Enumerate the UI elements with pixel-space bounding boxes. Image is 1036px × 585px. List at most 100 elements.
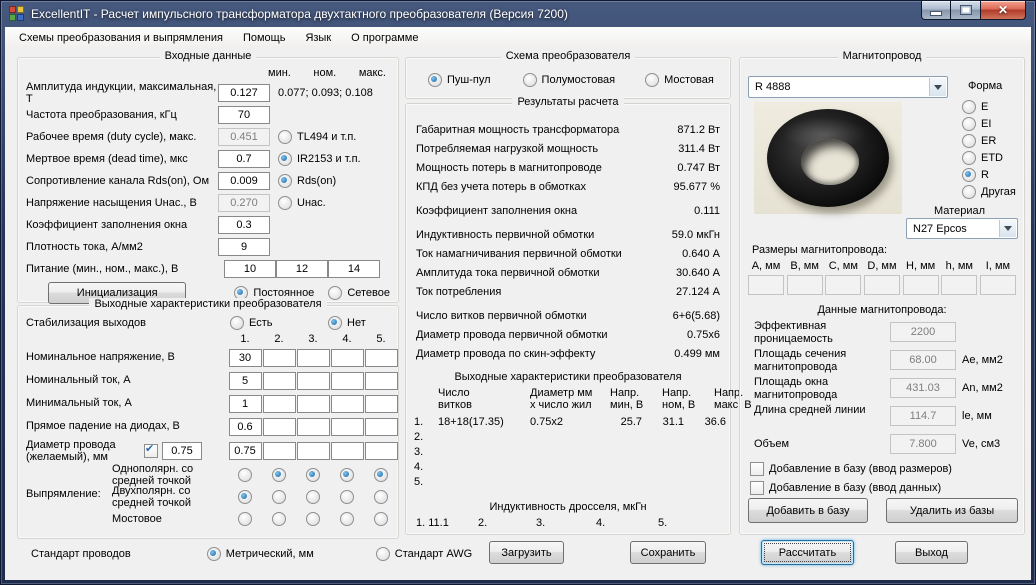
dim-h2-input[interactable] <box>941 275 978 295</box>
dim-d-input[interactable] <box>863 275 900 295</box>
rect-bipolar-radio-1[interactable] <box>238 490 252 504</box>
stab-no-radio[interactable] <box>328 316 342 330</box>
diode-drop-input-4[interactable] <box>330 417 364 436</box>
wire-diameter-input-3[interactable] <box>296 442 330 460</box>
min-current-input-4[interactable] <box>330 394 364 413</box>
wire-diameter-input-5[interactable] <box>364 442 398 460</box>
wire-standard-row: Стандарт проводов Метрический, мм Станда… <box>31 547 472 561</box>
add-db-data-checkbox[interactable] <box>750 481 764 495</box>
exit-button[interactable]: Выход <box>895 541 968 564</box>
min-current-input-5[interactable] <box>364 394 398 413</box>
initialize-button[interactable]: Инициализация <box>48 282 187 304</box>
shape-other-radio[interactable] <box>962 184 976 199</box>
menu-item-about[interactable]: О программе <box>341 28 428 49</box>
wire-diameter-checkbox[interactable] <box>144 443 158 458</box>
rect-unipolar-radio-3[interactable] <box>306 468 320 482</box>
voltage-input-4[interactable] <box>330 348 364 367</box>
frequency-input[interactable] <box>218 106 270 124</box>
diode-drop-input-2[interactable] <box>262 417 296 436</box>
tl494-radio[interactable] <box>278 130 292 144</box>
diode-drop-input-1[interactable] <box>228 417 262 436</box>
current-density-input[interactable] <box>218 238 270 256</box>
metric-radio[interactable] <box>206 547 221 561</box>
core-select[interactable]: R 4888 <box>748 76 948 98</box>
current-input-2[interactable] <box>262 371 296 390</box>
remove-from-db-button[interactable]: Удалить из базы <box>886 498 1018 523</box>
pushpull-radio[interactable] <box>428 73 442 87</box>
voltage-input-1[interactable] <box>228 348 262 367</box>
dim-c-input[interactable] <box>825 275 862 295</box>
rect-unipolar-radio-1[interactable] <box>238 468 252 482</box>
maximize-button[interactable] <box>951 1 980 20</box>
rect-bipolar-radio-3[interactable] <box>306 490 320 504</box>
awg-radio[interactable] <box>375 547 390 561</box>
load-button[interactable]: Загрузить <box>489 541 564 564</box>
supply-min-input[interactable] <box>224 260 276 278</box>
stab-yes-radio[interactable] <box>230 316 244 330</box>
dim-h-input[interactable] <box>902 275 939 295</box>
usat-radio[interactable] <box>278 196 292 210</box>
supply-nom-input[interactable] <box>276 260 328 278</box>
rect-bridge-radio-4[interactable] <box>340 512 354 526</box>
rect-unipolar-radio-2[interactable] <box>272 468 286 482</box>
dim-b-input[interactable] <box>786 275 823 295</box>
menu-item-help[interactable]: Помощь <box>233 28 296 49</box>
shape-etd-radio[interactable] <box>962 150 976 165</box>
ir2153-radio[interactable] <box>278 152 292 166</box>
wire-diameter-input-1[interactable] <box>228 442 262 460</box>
current-input-4[interactable] <box>330 371 364 390</box>
title-bar[interactable]: ExcellentIT - Расчет импульсного трансфо… <box>1 1 1035 27</box>
shape-er-radio[interactable] <box>962 133 976 148</box>
rect-bridge-radio-1[interactable] <box>238 512 252 526</box>
current-input-1[interactable] <box>228 371 262 390</box>
bridge-radio[interactable] <box>645 73 660 87</box>
minimize-button[interactable] <box>921 1 951 20</box>
save-button[interactable]: Сохранить <box>630 541 706 564</box>
material-select-value: N27 Epcos <box>913 222 967 235</box>
rect-bipolar-radio-2[interactable] <box>272 490 286 504</box>
min-current-input-1[interactable] <box>228 394 262 413</box>
dim-a-input[interactable] <box>748 275 784 295</box>
diode-drop-input-3[interactable] <box>296 417 330 436</box>
rect-bridge-radio-3[interactable] <box>306 512 320 526</box>
close-button[interactable]: ✕ <box>980 1 1026 20</box>
rds-radio[interactable] <box>278 174 292 188</box>
halfbridge-radio[interactable] <box>522 73 537 87</box>
min-current-input-3[interactable] <box>296 394 330 413</box>
calculate-button[interactable]: Рассчитать <box>761 540 854 565</box>
current-input-3[interactable] <box>296 371 330 390</box>
current-input-5[interactable] <box>364 371 398 390</box>
rect-bipolar-radio-5[interactable] <box>374 490 388 504</box>
shape-e-radio[interactable] <box>962 99 976 114</box>
rect-bridge-radio-2[interactable] <box>272 512 286 526</box>
rds-input[interactable] <box>218 172 270 190</box>
dim-i-input[interactable] <box>979 275 1016 295</box>
voltage-input-3[interactable] <box>296 348 330 367</box>
menu-item-language[interactable]: Язык <box>295 28 341 49</box>
wire-diameter-input-2[interactable] <box>262 442 296 460</box>
rect-unipolar-radio-5[interactable] <box>374 468 388 482</box>
dc-supply-radio[interactable] <box>234 286 249 300</box>
material-select[interactable]: N27 Epcos <box>906 218 1018 239</box>
dead-time-input[interactable] <box>218 150 270 168</box>
induction-input[interactable] <box>218 84 270 102</box>
rect-unipolar-radio-4[interactable] <box>340 468 354 482</box>
add-to-db-button[interactable]: Добавить в базу <box>748 498 868 523</box>
supply-max-input[interactable] <box>328 260 380 278</box>
wire-diameter-input-4[interactable] <box>330 442 364 460</box>
diode-drop-input-5[interactable] <box>364 417 398 436</box>
rect-bipolar-radio-4[interactable] <box>340 490 354 504</box>
desired-diameter-input[interactable] <box>162 442 202 460</box>
shape-r-radio[interactable] <box>962 167 976 182</box>
add-db-dims-checkbox[interactable] <box>750 462 764 476</box>
fill-factor-input[interactable] <box>218 216 270 234</box>
ac-supply-radio[interactable] <box>328 286 343 300</box>
min-current-input-2[interactable] <box>262 394 296 413</box>
voltage-input-2[interactable] <box>262 348 296 367</box>
min-current-row: Минимальный ток, А <box>18 392 398 415</box>
voltage-input-5[interactable] <box>364 348 398 367</box>
rect-bridge-radio-5[interactable] <box>374 512 388 526</box>
fill-factor-row: Коэффициент заполнения окна <box>18 214 398 236</box>
shape-ei-radio[interactable] <box>962 116 976 131</box>
menu-item-schemes[interactable]: Схемы преобразования и выпрямления <box>9 28 233 49</box>
